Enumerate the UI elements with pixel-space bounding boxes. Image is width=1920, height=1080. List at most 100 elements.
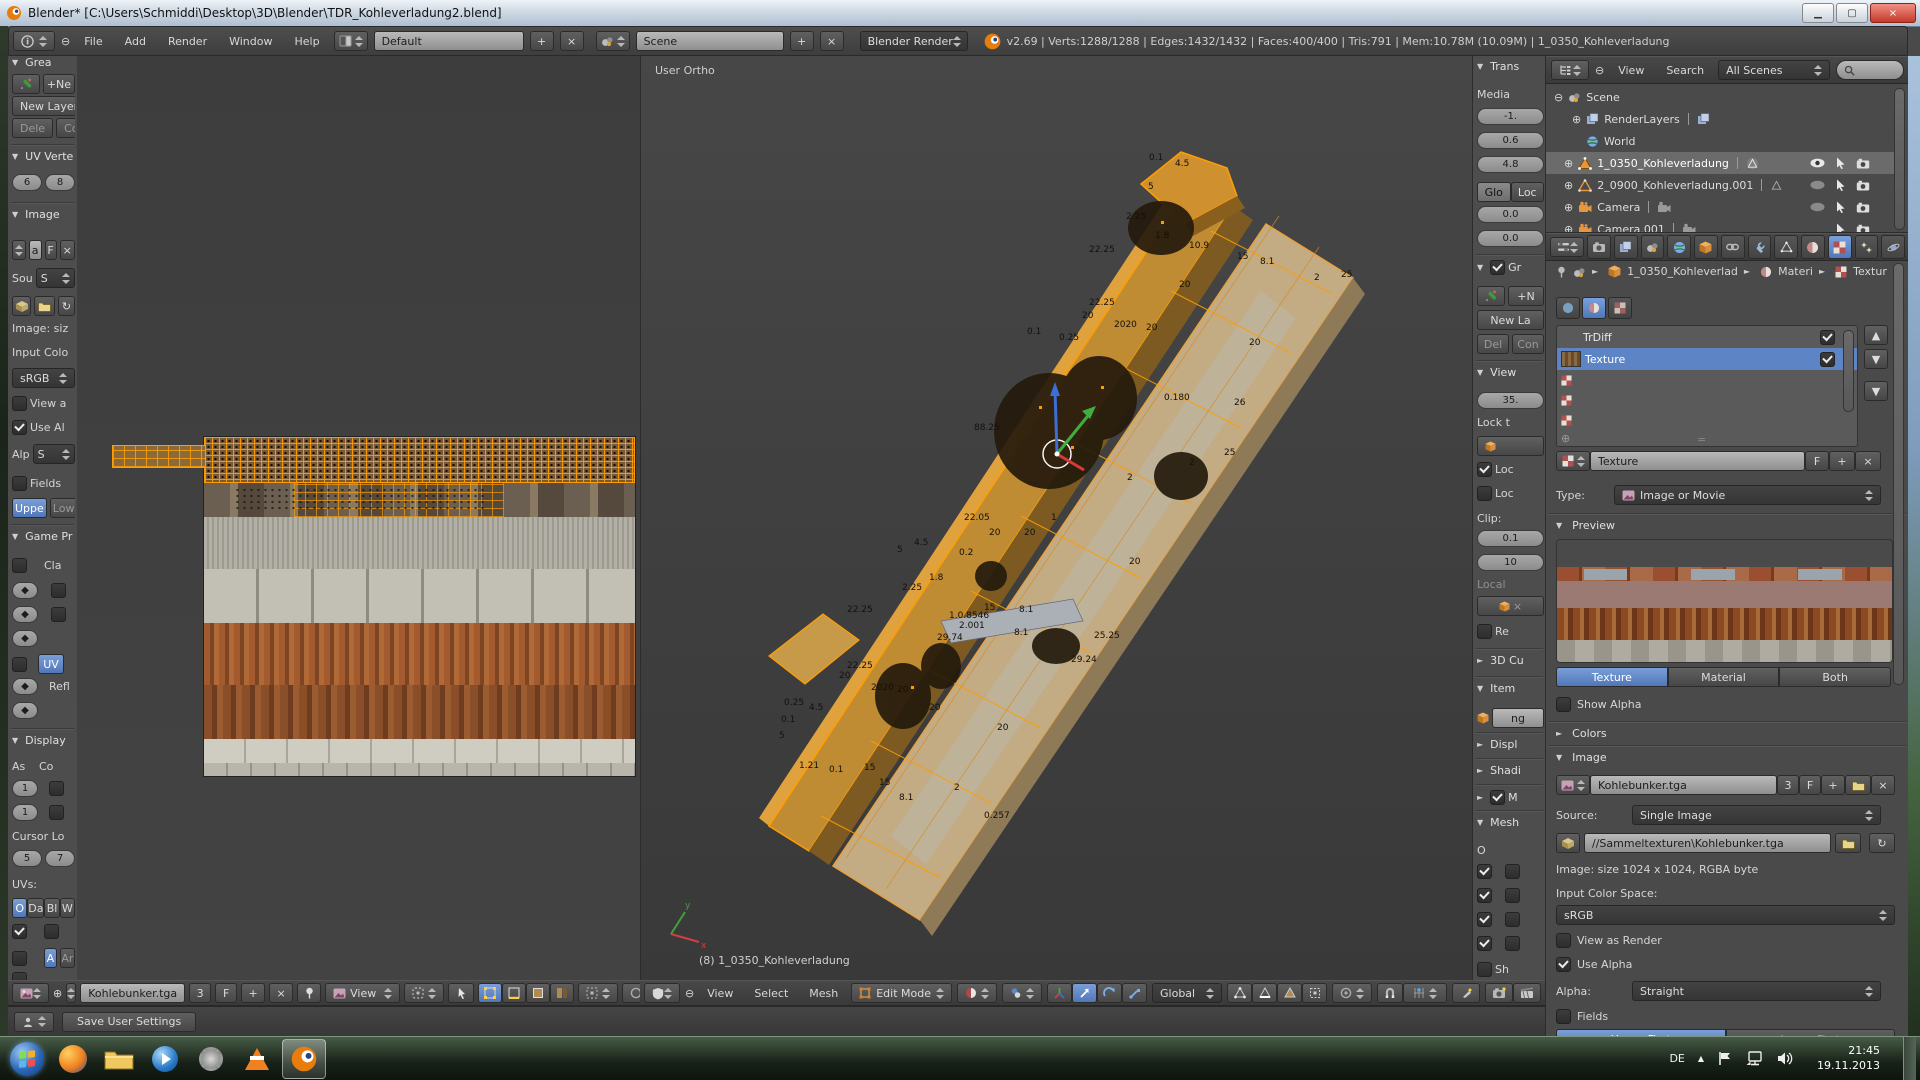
reload-image-button[interactable]: ↻	[58, 296, 75, 316]
select-arrow-icon[interactable]	[1835, 179, 1846, 191]
outliner-row-renderlayers[interactable]: ⊕ RenderLayers	[1546, 108, 1896, 130]
slot-move-down-button[interactable]: ▼	[1864, 349, 1888, 369]
filepath-field[interactable]: //Sammeltexturen\Kohlebunker.tga	[1584, 833, 1831, 853]
game-checkbox[interactable]	[51, 607, 66, 622]
grease-draw-button-vp[interactable]	[1477, 286, 1505, 306]
mesh-display-checkbox[interactable]	[1477, 864, 1492, 879]
context-physics-tab[interactable]	[1881, 235, 1905, 259]
pin-icon[interactable]	[1556, 266, 1567, 278]
preview-texture-tab[interactable]: Texture	[1556, 667, 1668, 687]
grease-new-button[interactable]: +Ne	[43, 74, 75, 94]
image-browse-icon[interactable]	[12, 240, 26, 260]
other-textures-tab[interactable]	[1608, 297, 1632, 319]
mesh-display-checkbox[interactable]	[1477, 912, 1492, 927]
show-desktop-button[interactable]	[1903, 1037, 1916, 1080]
reload-image-button[interactable]: ↻	[1869, 833, 1895, 853]
manipulator-rotate-button[interactable]	[1097, 983, 1122, 1003]
upper-first-button[interactable]: Uppe	[12, 498, 47, 518]
proportional-edit-select[interactable]	[1332, 983, 1372, 1003]
layout-delete-button[interactable]: ×	[560, 31, 584, 51]
snap-rotate-button[interactable]	[1452, 983, 1480, 1003]
median-z-field[interactable]: 4.8	[1477, 156, 1544, 173]
image-unlink-button[interactable]: ×	[1871, 775, 1895, 795]
image-open-button[interactable]	[1845, 775, 1871, 795]
image-browse-button[interactable]	[1556, 775, 1590, 795]
editor-type-properties-button[interactable]	[1550, 237, 1584, 257]
source-select[interactable]: Single Image	[1632, 805, 1881, 825]
material-textures-tab[interactable]	[1582, 297, 1606, 319]
layout-browse-button[interactable]	[334, 31, 368, 51]
outliner-row-world[interactable]: World	[1546, 130, 1896, 152]
convert-button-vp[interactable]: Con	[1512, 334, 1544, 354]
median-x-field[interactable]: -1.	[1477, 108, 1544, 125]
menu-file[interactable]: File	[76, 35, 110, 48]
show-alpha-checkbox[interactable]	[1556, 697, 1571, 712]
outliner-row-object-selected[interactable]: ⊕ 1_0350_Kohleverladung	[1546, 152, 1896, 174]
view-as-render-checkbox[interactable]	[1556, 933, 1571, 948]
display-channel-select[interactable]: View	[325, 983, 400, 1003]
colorspace-select[interactable]: sRGB	[12, 368, 75, 388]
image-users-button[interactable]: 3	[189, 983, 211, 1003]
slot-specials-button[interactable]: ▼	[1864, 381, 1888, 401]
lock-camera-checkbox[interactable]	[1477, 462, 1492, 477]
section-image[interactable]: Image	[1572, 751, 1606, 764]
cursor-x-field[interactable]: 5	[12, 850, 42, 867]
section-colors[interactable]: Colors	[1572, 727, 1606, 740]
clip-end-field[interactable]: 10	[1477, 554, 1544, 571]
pin-button[interactable]	[297, 983, 321, 1003]
fake-user-button[interactable]: F	[45, 240, 57, 260]
select-mode-island-button[interactable]	[550, 983, 574, 1003]
maximize-button[interactable]: ▢	[1836, 3, 1868, 23]
context-renderlayers-tab[interactable]	[1614, 235, 1638, 259]
source-select[interactable]: S	[36, 268, 75, 288]
global-button[interactable]: Glo	[1477, 182, 1511, 202]
median-y-field[interactable]: 0.6	[1477, 132, 1544, 149]
outliner-row-scene[interactable]: ⊖ Scene	[1546, 86, 1896, 108]
section-game-properties[interactable]: Game Pr	[25, 530, 72, 543]
manipulator-translate-button[interactable]	[1072, 983, 1097, 1003]
limit-to-visible-button[interactable]	[1302, 983, 1327, 1003]
language-indicator[interactable]: DE	[1669, 1052, 1684, 1065]
lock-bone-checkbox[interactable]	[1477, 486, 1492, 501]
media-player-icon[interactable]	[144, 1040, 186, 1078]
scene-name-field[interactable]: Scene	[636, 31, 784, 51]
image-browse-button[interactable]	[66, 983, 76, 1003]
slot-texture-selected[interactable]: Texture	[1557, 348, 1857, 370]
context-constraints-tab[interactable]	[1721, 235, 1745, 259]
preview-material-tab[interactable]: Material	[1668, 667, 1780, 687]
snap-element-select[interactable]	[1403, 983, 1447, 1003]
tray-expand-icon[interactable]: ▲	[1698, 1054, 1704, 1063]
uv-option-checkbox[interactable]	[12, 972, 27, 980]
mesh-display-checkbox[interactable]	[1477, 936, 1492, 951]
open-image-button[interactable]	[34, 296, 55, 316]
section-transform[interactable]: Trans	[1490, 60, 1519, 73]
local-camera-field[interactable]: ×	[1477, 596, 1544, 616]
slot-trdiff[interactable]: TrDiff	[1557, 326, 1857, 348]
outliner-menu-search[interactable]: Search	[1658, 64, 1712, 77]
context-material-tab[interactable]	[1801, 235, 1825, 259]
transform-orientation-select[interactable]: Global	[1152, 983, 1222, 1003]
opengl-render-anim-button[interactable]	[1513, 983, 1541, 1003]
menu-add[interactable]: Add	[117, 35, 154, 48]
menu-render[interactable]: Render	[160, 35, 215, 48]
close-button[interactable]: ×	[1870, 3, 1916, 23]
start-button[interactable]	[6, 1040, 48, 1078]
eye-closed-icon[interactable]	[1810, 202, 1825, 212]
uv-draw-dash-button[interactable]: Da	[27, 898, 44, 918]
texture-unlink-button[interactable]: ×	[1855, 451, 1881, 471]
alpha-mode-select[interactable]: Straight	[1632, 981, 1881, 1001]
section-grease-pencil-vp[interactable]: Gr	[1508, 261, 1521, 274]
grease-delete-button[interactable]: Dele	[12, 118, 53, 138]
collapse-menus-icon[interactable]: ⊖	[61, 35, 70, 48]
edge-select-button[interactable]	[1252, 983, 1277, 1003]
properties-scrollbar[interactable]	[1893, 263, 1904, 685]
fields-checkbox[interactable]	[12, 476, 27, 491]
blender-taskbar-icon[interactable]	[282, 1039, 326, 1079]
volume-icon[interactable]	[1777, 1051, 1794, 1066]
section-mesh-display[interactable]: Mesh	[1490, 816, 1519, 829]
reflection-label[interactable]: Refl	[49, 680, 70, 693]
rotation-field2[interactable]: 0.0	[1477, 230, 1544, 247]
context-particles-tab[interactable]	[1855, 235, 1879, 259]
menu-view[interactable]: View	[699, 987, 741, 1000]
image-users-button[interactable]: 3	[1777, 775, 1799, 795]
